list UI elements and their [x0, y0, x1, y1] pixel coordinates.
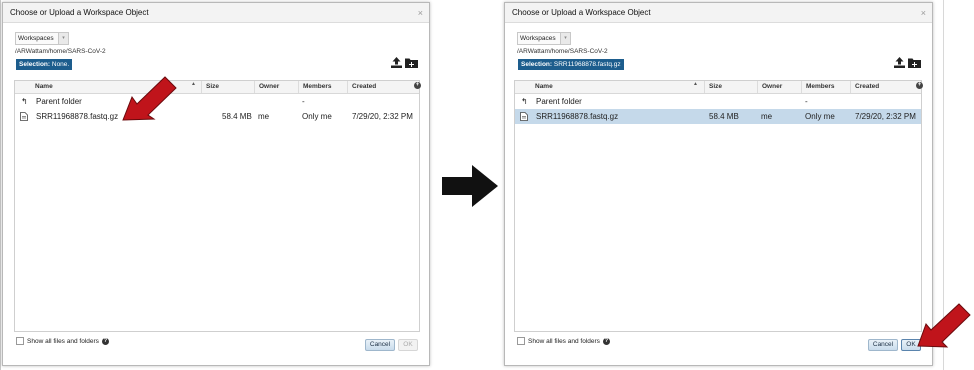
column-header-size[interactable]: Size: [201, 81, 253, 93]
column-header-members[interactable]: Members: [801, 81, 849, 93]
workspace-type-select[interactable]: Workspaces ▾: [517, 32, 571, 45]
selection-label: Selection:: [19, 61, 51, 68]
selection-value: None.: [51, 61, 70, 68]
file-members: Only me: [302, 112, 332, 121]
cancel-button[interactable]: Cancel: [868, 339, 898, 351]
toolbar-icons: [391, 57, 418, 69]
column-header-created[interactable]: Created: [850, 81, 920, 93]
workspace-path: /ARWattam/home/SARS-CoV-2: [517, 48, 608, 55]
dialog-title: Choose or Upload a Workspace Object: [10, 8, 149, 17]
file-name: Parent folder: [36, 97, 82, 106]
table-row-selected[interactable]: SRR11968878.fastq.gz 58.4 MB me Only me …: [515, 109, 921, 124]
upload-icon[interactable]: [391, 57, 402, 68]
workspace-dialog-after: Choose or Upload a Workspace Object × Wo…: [504, 2, 933, 366]
sort-ascending-icon: ▲: [693, 81, 698, 87]
show-all-checkbox[interactable]: [16, 337, 24, 345]
file-members: -: [805, 97, 808, 106]
annotation-arrow: [917, 303, 971, 348]
column-options-icon[interactable]: +: [414, 82, 421, 89]
ok-button[interactable]: OK: [398, 339, 418, 351]
table-row[interactable]: SRR11968878.fastq.gz 58.4 MB me Only me …: [15, 109, 419, 124]
table-row[interactable]: ↰ Parent folder -: [515, 94, 921, 109]
file-members: Only me: [805, 112, 835, 121]
show-all-label: Show all files and folders: [27, 337, 99, 345]
file-owner: me: [761, 112, 773, 121]
selection-badge: Selection: None.: [16, 59, 73, 70]
grid-header: Name ▲ Size Owner Members Created +: [515, 81, 923, 94]
chevron-down-icon[interactable]: ▾: [560, 33, 570, 44]
grid-header: Name ▲ Size Owner Members Created +: [15, 81, 421, 94]
table-row[interactable]: ↰ Parent folder -: [15, 94, 419, 109]
close-icon[interactable]: ×: [418, 3, 423, 23]
column-header-size[interactable]: Size: [704, 81, 756, 93]
new-folder-icon[interactable]: [908, 57, 921, 68]
file-name: SRR11968878.fastq.gz: [536, 112, 619, 121]
file-grid: Name ▲ Size Owner Members Created + ↰ Pa…: [514, 80, 923, 332]
show-all-checkbox[interactable]: [517, 337, 525, 345]
dialog-titlebar: Choose or Upload a Workspace Object ×: [3, 3, 429, 23]
file-icon: [520, 112, 528, 121]
help-icon[interactable]: ?: [101, 337, 109, 345]
file-name: Parent folder: [536, 97, 582, 106]
column-header-owner[interactable]: Owner: [757, 81, 800, 93]
show-all-toggle[interactable]: Show all files and folders ?: [517, 337, 610, 345]
toolbar-icons: [894, 57, 921, 69]
selection-badge: Selection: SRR11968878.fastq.gz: [518, 59, 624, 70]
annotation-arrow: [122, 76, 177, 121]
column-header-owner[interactable]: Owner: [254, 81, 297, 93]
file-icon: [20, 112, 28, 121]
help-icon[interactable]: ?: [602, 337, 610, 345]
background-divider: [0, 0, 1, 370]
selection-value: SRR11968878.fastq.gz: [553, 61, 621, 68]
upload-icon[interactable]: [894, 57, 905, 68]
file-members: -: [302, 97, 305, 106]
new-folder-icon[interactable]: [405, 57, 418, 68]
file-owner: me: [258, 112, 270, 121]
file-created: 7/29/20, 2:32 PM: [855, 112, 916, 121]
selection-label: Selection:: [521, 61, 553, 68]
dialog-title: Choose or Upload a Workspace Object: [512, 8, 651, 17]
file-size: 58.4 MB: [222, 112, 252, 121]
transition-arrow: [442, 165, 498, 207]
file-grid: Name ▲ Size Owner Members Created + ↰ Pa…: [14, 80, 421, 332]
show-all-label: Show all files and folders: [528, 337, 600, 345]
close-icon[interactable]: ×: [921, 3, 926, 23]
file-name: SRR11968878.fastq.gz: [36, 112, 119, 121]
column-options-icon[interactable]: +: [916, 82, 923, 89]
file-size: 58.4 MB: [709, 112, 739, 121]
column-header-members[interactable]: Members: [298, 81, 346, 93]
sort-ascending-icon: ▲: [191, 81, 196, 87]
chevron-down-icon[interactable]: ▾: [58, 33, 68, 44]
workspace-path: /ARWattam/home/SARS-CoV-2: [15, 48, 106, 55]
show-all-toggle[interactable]: Show all files and folders ?: [16, 337, 109, 345]
column-header-created[interactable]: Created: [347, 81, 417, 93]
parent-folder-icon: ↰: [21, 97, 28, 106]
parent-folder-icon: ↰: [521, 97, 528, 106]
workspace-dialog-before: Choose or Upload a Workspace Object × Wo…: [2, 2, 430, 366]
workspace-type-select[interactable]: Workspaces ▾: [15, 32, 69, 45]
cancel-button[interactable]: Cancel: [365, 339, 395, 351]
file-created: 7/29/20, 2:32 PM: [352, 112, 413, 121]
column-header-name[interactable]: Name: [515, 81, 703, 93]
dialog-titlebar: Choose or Upload a Workspace Object ×: [505, 3, 932, 23]
